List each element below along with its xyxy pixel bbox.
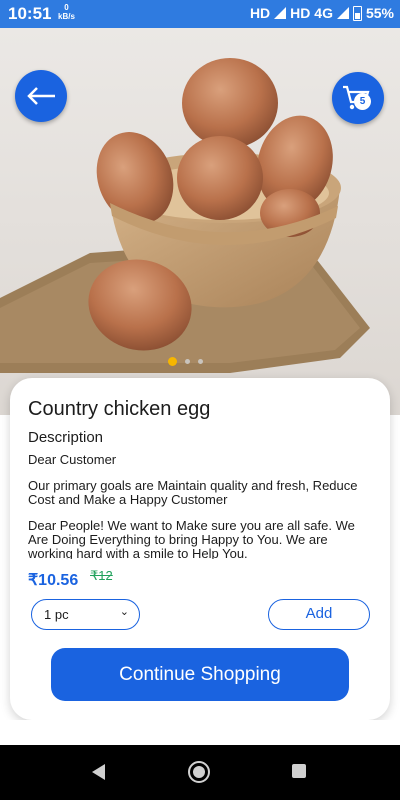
carousel-dot bbox=[185, 359, 190, 364]
cart-button[interactable]: 5 bbox=[332, 72, 384, 124]
product-price: ₹10.56 bbox=[28, 572, 79, 589]
quantity-select[interactable]: 1 pc ⌄ bbox=[31, 599, 140, 630]
product-title: Country chicken egg bbox=[28, 398, 211, 420]
add-to-cart-button[interactable]: Add bbox=[268, 599, 370, 630]
description-line: Dear People! We want to Make sure you ar… bbox=[28, 518, 355, 560]
page-footer-space bbox=[0, 720, 400, 745]
status-time: 10:51 bbox=[8, 4, 52, 23]
network-label: HD bbox=[249, 5, 271, 21]
battery-level: 55% bbox=[365, 5, 394, 21]
network-label-2: HD 4G bbox=[290, 5, 333, 21]
carousel-dot bbox=[198, 359, 203, 364]
description-heading: Description bbox=[28, 429, 104, 446]
status-bar: 10:51 0 kB/s HD HD 4G 55% bbox=[0, 0, 400, 28]
back-arrow-icon bbox=[27, 87, 55, 105]
network-speed-unit: kB/s bbox=[58, 12, 75, 21]
status-icons: HD HD 4G 55% bbox=[250, 5, 394, 21]
description-line: Our primary goals are Maintain quality a… bbox=[28, 478, 358, 507]
description-text: Dear Customer Our primary goals are Main… bbox=[28, 453, 373, 559]
network-speed-value: 0 bbox=[64, 3, 69, 12]
continue-shopping-button[interactable]: Continue Shopping bbox=[51, 648, 349, 701]
battery-icon bbox=[352, 5, 362, 21]
system-nav-buttons bbox=[0, 745, 400, 800]
signal-icon bbox=[274, 7, 287, 19]
nav-recents-icon[interactable] bbox=[292, 764, 306, 778]
back-button[interactable] bbox=[15, 70, 67, 122]
product-image-carousel[interactable]: 5 bbox=[0, 28, 400, 415]
quantity-value: 1 pc bbox=[44, 607, 69, 622]
network-speed: 0 kB/s bbox=[58, 3, 75, 21]
carousel-indicator bbox=[168, 357, 203, 366]
nav-home-icon[interactable] bbox=[188, 761, 210, 783]
description-line: Dear Customer bbox=[28, 453, 117, 467]
chevron-down-icon: ⌄ bbox=[119, 606, 129, 618]
nav-back-icon[interactable] bbox=[92, 764, 105, 780]
product-detail-card: Country chicken egg Description Dear Cus… bbox=[10, 378, 390, 720]
signal-icon bbox=[336, 7, 349, 19]
carousel-dot-active bbox=[168, 357, 177, 366]
original-price: ₹12 bbox=[90, 568, 113, 583]
cart-count-badge: 5 bbox=[354, 93, 371, 110]
